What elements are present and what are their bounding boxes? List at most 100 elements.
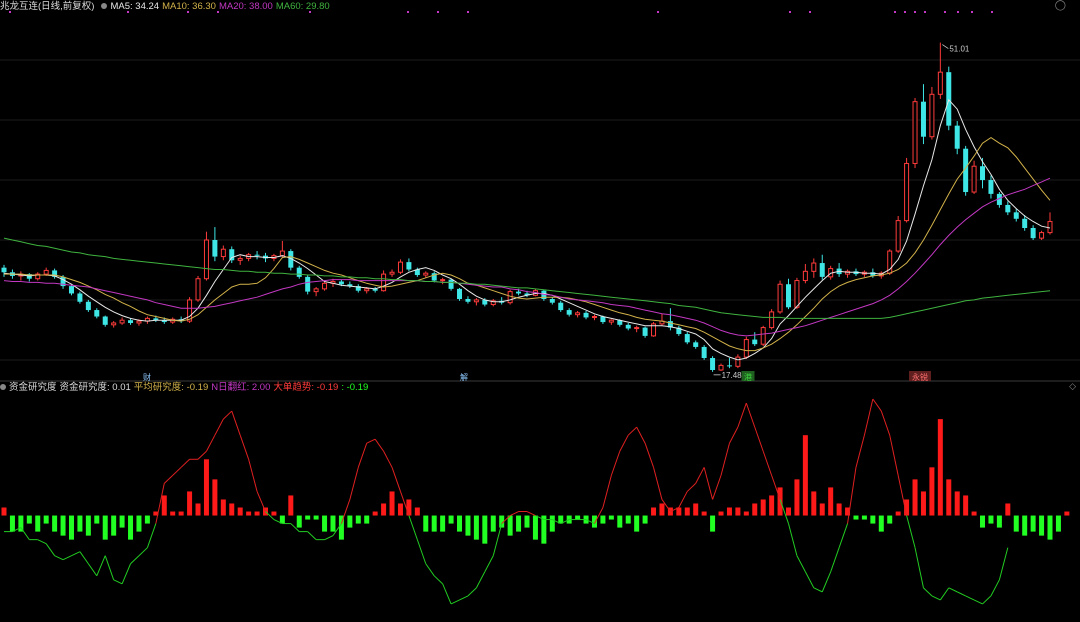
histogram-bar: [482, 515, 488, 544]
candle-body: [212, 239, 218, 257]
histogram-bar: [625, 515, 631, 524]
trend-line-segment: [644, 443, 655, 468]
trend-line-segment: [889, 435, 899, 476]
stock-chart[interactable]: 51.0117.48财解港永锐: [0, 0, 1080, 622]
histogram-bar: [710, 515, 716, 532]
candle-body: [904, 162, 910, 222]
candlestick-panel[interactable]: 51.0117.48财解港永锐: [1, 11, 1053, 382]
histogram-bar: [524, 515, 530, 528]
histogram-bar: [406, 499, 412, 516]
search-icon[interactable]: ◯: [1055, 0, 1066, 11]
histogram-bar: [372, 511, 378, 516]
trend-line-segment: [475, 571, 486, 589]
trend-line-segment: [214, 418, 224, 436]
trend-line-segment: [138, 547, 148, 557]
histogram-bar: [1030, 515, 1036, 532]
indicator-dot-icon[interactable]: [0, 384, 6, 391]
chart-title: 兆龙互连(日线,前复权): [0, 1, 95, 12]
candle-body: [895, 220, 901, 252]
histogram-bar: [237, 507, 243, 516]
histogram-bar: [777, 487, 783, 516]
trend-line-segment: [939, 587, 950, 601]
candle-body: [718, 364, 724, 371]
histogram-bar: [659, 503, 665, 516]
histogram-bar: [634, 515, 640, 532]
histogram-bar: [575, 515, 581, 520]
candle-body: [195, 278, 201, 301]
candle-body: [77, 293, 83, 302]
histogram-bar: [516, 515, 522, 532]
candle-body: [102, 316, 108, 325]
candle-body: [929, 93, 935, 138]
histogram-bar: [1, 507, 7, 516]
histogram-bar: [549, 515, 555, 532]
histogram-bar: [111, 515, 117, 536]
trend-line-segment: [762, 451, 773, 476]
histogram-bar: [718, 511, 724, 516]
trend-line-segment: [62, 555, 72, 561]
trend-line-segment: [754, 426, 764, 452]
trend-line-segment: [804, 571, 815, 589]
histogram-bar: [786, 507, 791, 516]
event-tick-mark: [944, 11, 946, 13]
candle-body: [203, 239, 209, 280]
histogram-bar: [819, 503, 825, 516]
trend-line-segment: [484, 555, 494, 573]
histogram-bar: [1039, 515, 1045, 536]
candle-body: [980, 166, 986, 181]
histogram-bar: [423, 515, 429, 532]
avg-label: 平均研究度: -0.19: [133, 382, 209, 393]
histogram-bar: [878, 515, 884, 532]
histogram-bar: [254, 511, 260, 516]
trend-line-segment: [712, 475, 722, 500]
settings-dot-icon[interactable]: [101, 3, 108, 10]
histogram-bar: [591, 515, 597, 528]
event-tick-mark: [894, 11, 896, 13]
candle-body: [752, 339, 758, 345]
event-tick-mark: [957, 11, 959, 13]
trend-line-segment: [357, 443, 368, 468]
trend-line-segment: [973, 599, 983, 605]
trend-line-segment: [408, 515, 418, 540]
trend-line-segment: [602, 475, 612, 508]
candle-body: [237, 257, 243, 261]
indicator-panel[interactable]: [1, 398, 1070, 605]
ma-line-ma60: [3, 237, 1051, 319]
histogram-bar: [246, 511, 252, 516]
candle-body: [254, 254, 260, 256]
trend-line-segment: [914, 547, 924, 588]
trend-line-segment: [197, 450, 207, 460]
histogram-bar: [1022, 515, 1028, 536]
trend-line-segment: [383, 451, 393, 468]
histogram-bar: [457, 515, 463, 532]
histogram-bar: [684, 507, 690, 516]
histogram-bar: [161, 495, 167, 516]
histogram-bar: [322, 515, 328, 532]
trend-line-segment: [880, 410, 891, 436]
histogram-bar: [313, 515, 319, 520]
candle-body: [735, 356, 741, 367]
candle-body: [575, 312, 581, 316]
trend-line-segment: [307, 531, 317, 541]
diamond-icon[interactable]: ◇: [1069, 381, 1076, 392]
candle-body: [473, 299, 479, 303]
histogram-bar: [305, 515, 311, 520]
candle-body: [1030, 228, 1036, 239]
candle-body: [802, 270, 808, 282]
candle-body: [1039, 232, 1045, 239]
candle-body: [448, 279, 454, 289]
trend-line-segment: [619, 434, 629, 452]
histogram-bar: [68, 515, 74, 540]
trend-line-segment: [872, 398, 882, 412]
event-tick-mark: [924, 11, 926, 13]
histogram-bar: [828, 487, 834, 516]
ma60-label: MA60: 29.80: [275, 1, 330, 12]
event-tick-mark: [904, 11, 906, 13]
histogram-bar: [769, 495, 775, 516]
candle-body: [920, 101, 926, 137]
histogram-bar: [60, 515, 66, 536]
trend-line-segment: [433, 575, 443, 585]
histogram-bar: [144, 515, 150, 524]
trend-line-segment: [855, 435, 865, 468]
trend-line-segment: [990, 579, 1000, 597]
